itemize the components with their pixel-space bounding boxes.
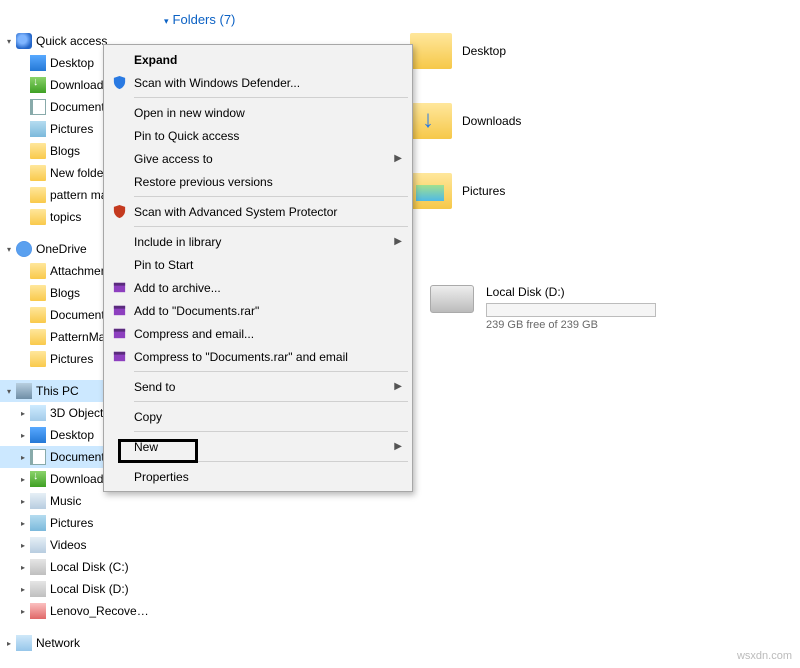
chevron-right-icon[interactable]: ▸ <box>16 453 30 462</box>
watermark: wsxdn.com <box>737 650 792 662</box>
submenu-arrow-icon: ▶ <box>394 381 402 392</box>
winrar-icon <box>108 326 130 342</box>
pictures-icon <box>30 121 46 137</box>
drive-local-disk-d[interactable]: Local Disk (D:) 239 GB free of 239 GB <box>430 285 800 331</box>
nav-pc-pictures[interactable]: ▸Pictures <box>0 512 152 534</box>
windows-defender-icon <box>108 75 130 91</box>
downloads-icon <box>30 77 46 93</box>
ctx-include-library[interactable]: Include in library▶ <box>106 230 410 253</box>
folder-icon <box>30 307 46 323</box>
ctx-scan-asp[interactable]: Scan with Advanced System Protector <box>106 200 410 223</box>
folder-icon <box>30 329 46 345</box>
desktop-icon <box>30 427 46 443</box>
ctx-open-new-window[interactable]: Open in new window <box>106 101 410 124</box>
drive-name: Local Disk (D:) <box>486 285 656 299</box>
chevron-down-icon[interactable]: ▾ <box>2 387 16 396</box>
nav-pc-music[interactable]: ▸Music <box>0 490 152 512</box>
group-header-folders[interactable]: ▾Folders (7) <box>160 0 800 33</box>
chevron-right-icon[interactable]: ▸ <box>16 541 30 550</box>
chevron-right-icon[interactable]: ▸ <box>16 607 30 616</box>
3d-objects-icon <box>30 405 46 421</box>
ctx-send-to[interactable]: Send to▶ <box>106 375 410 398</box>
documents-icon <box>30 99 46 115</box>
folder-icon <box>30 351 46 367</box>
folder-desktop[interactable]: Desktop <box>410 33 521 69</box>
separator <box>134 431 408 432</box>
ctx-copy[interactable]: Copy <box>106 405 410 428</box>
network-icon <box>16 635 32 651</box>
ctx-give-access-to[interactable]: Give access to▶ <box>106 147 410 170</box>
nav-pc-disk-c[interactable]: ▸Local Disk (C:) <box>0 556 152 578</box>
chevron-down-icon[interactable]: ▾ <box>2 245 16 254</box>
separator <box>134 401 408 402</box>
submenu-arrow-icon: ▶ <box>394 153 402 164</box>
ctx-pin-start[interactable]: Pin to Start <box>106 253 410 276</box>
onedrive-icon <box>16 241 32 257</box>
pictures-icon <box>30 515 46 531</box>
ctx-properties[interactable]: Properties <box>106 465 410 488</box>
submenu-arrow-icon: ▶ <box>394 236 402 247</box>
folder-icon <box>30 187 46 203</box>
quick-access-icon <box>16 33 32 49</box>
drive-free-space: 239 GB free of 239 GB <box>486 319 656 331</box>
folder-icon <box>30 263 46 279</box>
winrar-icon <box>108 303 130 319</box>
chevron-right-icon[interactable]: ▸ <box>16 519 30 528</box>
chevron-right-icon[interactable]: ▸ <box>2 639 16 648</box>
chevron-right-icon[interactable]: ▸ <box>16 475 30 484</box>
ctx-compress-rar-email[interactable]: Compress to "Documents.rar" and email <box>106 345 410 368</box>
separator <box>134 97 408 98</box>
submenu-arrow-icon: ▶ <box>394 441 402 452</box>
chevron-right-icon[interactable]: ▸ <box>16 497 30 506</box>
folder-icon <box>410 33 452 69</box>
ctx-restore-previous[interactable]: Restore previous versions <box>106 170 410 193</box>
ctx-compress-email[interactable]: Compress and email... <box>106 322 410 345</box>
folder-icon <box>410 103 452 139</box>
disk-icon <box>30 559 46 575</box>
chevron-right-icon[interactable]: ▸ <box>16 431 30 440</box>
this-pc-icon <box>16 383 32 399</box>
separator <box>134 461 408 462</box>
folder-icon <box>410 173 452 209</box>
folder-icon <box>30 209 46 225</box>
chevron-right-icon[interactable]: ▸ <box>16 585 30 594</box>
folder-icon <box>30 285 46 301</box>
separator <box>134 371 408 372</box>
separator <box>134 196 408 197</box>
context-menu: Expand Scan with Windows Defender... Ope… <box>103 44 413 492</box>
ctx-expand[interactable]: Expand <box>106 48 410 71</box>
folder-icon <box>30 165 46 181</box>
winrar-icon <box>108 349 130 365</box>
nav-pc-lenovo[interactable]: ▸Lenovo_Recovery (E:) <box>0 600 152 622</box>
ctx-add-rar[interactable]: Add to "Documents.rar" <box>106 299 410 322</box>
folder-pictures[interactable]: Pictures <box>410 173 521 209</box>
hard-drive-icon <box>430 285 474 313</box>
documents-icon <box>30 449 46 465</box>
chevron-right-icon[interactable]: ▸ <box>16 563 30 572</box>
nav-network[interactable]: ▸ Network <box>0 632 152 654</box>
separator <box>134 226 408 227</box>
folder-icon <box>30 143 46 159</box>
nav-pc-disk-d[interactable]: ▸Local Disk (D:) <box>0 578 152 600</box>
downloads-icon <box>30 471 46 487</box>
ctx-add-archive[interactable]: Add to archive... <box>106 276 410 299</box>
ctx-new[interactable]: New▶ <box>106 435 410 458</box>
music-icon <box>30 493 46 509</box>
drive-usage-bar <box>486 303 656 317</box>
disk-icon <box>30 603 46 619</box>
ctx-pin-quick-access[interactable]: Pin to Quick access <box>106 124 410 147</box>
chevron-down-icon: ▾ <box>164 16 169 26</box>
nav-pc-videos[interactable]: ▸Videos <box>0 534 152 556</box>
disk-icon <box>30 581 46 597</box>
shield-icon <box>108 204 130 220</box>
chevron-down-icon[interactable]: ▾ <box>2 37 16 46</box>
ctx-scan-defender[interactable]: Scan with Windows Defender... <box>106 71 410 94</box>
videos-icon <box>30 537 46 553</box>
desktop-icon <box>30 55 46 71</box>
chevron-right-icon[interactable]: ▸ <box>16 409 30 418</box>
winrar-icon <box>108 280 130 296</box>
folder-downloads[interactable]: Downloads <box>410 103 521 139</box>
